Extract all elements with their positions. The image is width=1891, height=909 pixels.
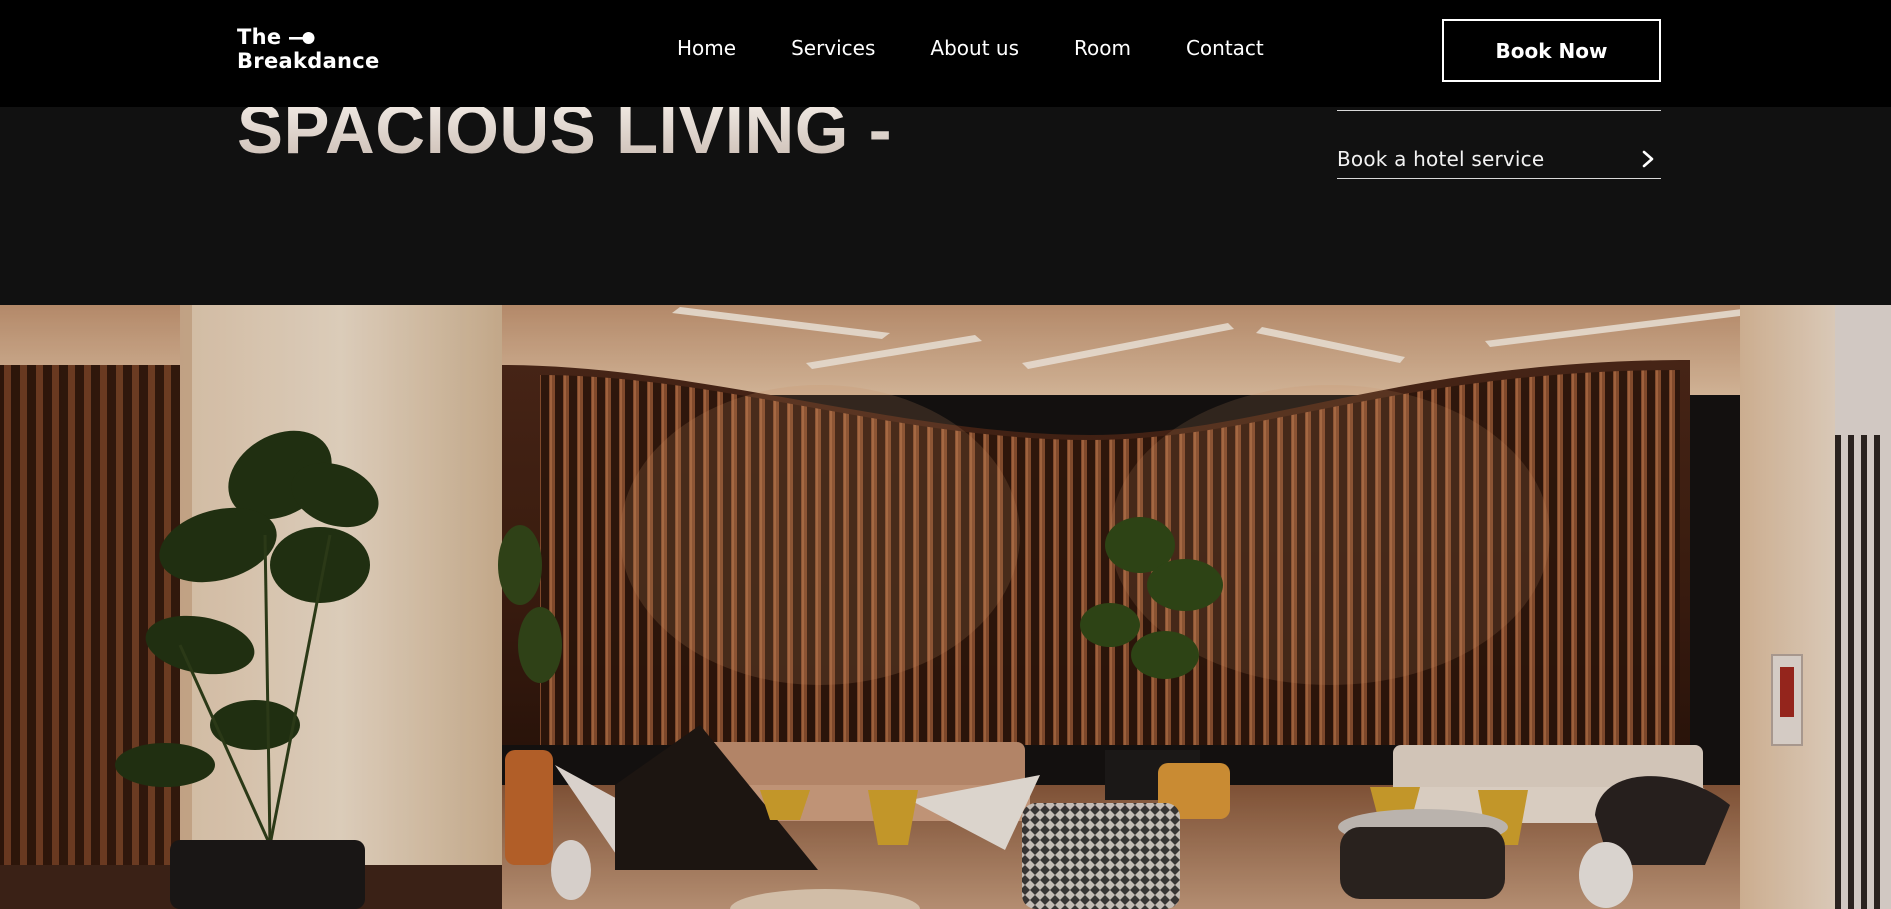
site-logo[interactable]: The Breakdance [237, 25, 380, 77]
service-link-label: Book a hotel service [1337, 147, 1545, 171]
hotel-lobby-image [0, 305, 1891, 909]
nav-link-contact[interactable]: Contact [1186, 36, 1264, 60]
toggle-dot-icon [289, 32, 315, 44]
service-link-book-hotel-service[interactable]: Book a hotel service [1337, 111, 1661, 179]
nav-link-home[interactable]: Home [677, 36, 736, 60]
logo-line-2: Breakdance [237, 49, 380, 73]
nav-link-about-us[interactable]: About us [930, 36, 1019, 60]
book-now-button[interactable]: Book Now [1442, 19, 1661, 82]
nav-link-services[interactable]: Services [791, 36, 875, 60]
chevron-right-icon [1642, 150, 1654, 168]
nav-link-room[interactable]: Room [1074, 36, 1131, 60]
top-navbar: The Breakdance Home Services About us Ro… [0, 0, 1891, 107]
main-nav: Home Services About us Room Contact [677, 36, 1264, 60]
